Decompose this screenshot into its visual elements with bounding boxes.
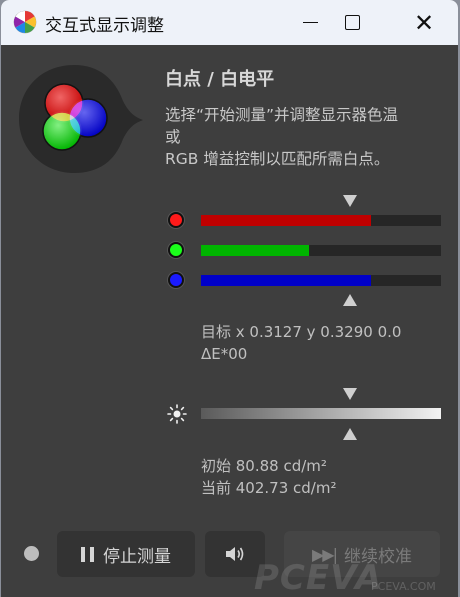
target-values: 目标 x 0.3127 y 0.3290 0.0: [201, 323, 402, 341]
initial-luminance: 初始 80.88 cd/m²: [201, 457, 327, 475]
color-wheel-icon: [13, 10, 37, 34]
section-heading: 白点 / 白电平: [165, 69, 275, 90]
green-gain-fill: [201, 245, 309, 256]
red-gain-fill: [201, 215, 372, 226]
close-icon: ✕: [413, 8, 435, 37]
window-title: 交互式显示调整: [45, 16, 164, 36]
pause-icon: [81, 546, 94, 562]
blue-channel-dot-icon: [168, 272, 184, 288]
minimize-button[interactable]: [287, 0, 333, 45]
blue-gain-bar: [201, 275, 441, 286]
brightness-sun-icon: [167, 404, 187, 424]
delta-e-label: ΔE*00: [201, 345, 248, 363]
watermark-logo: PCEVA: [254, 558, 383, 597]
description-line: 或: [165, 128, 181, 146]
close-button[interactable]: ✕: [401, 0, 447, 45]
luminance-target-bottom-marker-icon: [343, 428, 357, 440]
description-line: 选择“开始测量”并调整显示器色温: [165, 106, 399, 124]
description-line: RGB 增益控制以匹配所需白点。: [165, 150, 390, 168]
rgb-target-bottom-marker-icon: [343, 294, 357, 306]
red-gain-bar: [201, 215, 441, 226]
minimize-icon: [302, 21, 318, 24]
green-gain-bar: [201, 245, 441, 256]
speaker-icon: [226, 547, 244, 561]
section-description: 选择“开始测量”并调整显示器色温 或 RGB 增益控制以匹配所需白点。: [165, 104, 450, 170]
stop-measurement-button[interactable]: 停止测量: [57, 531, 195, 577]
rgb-target-top-marker-icon: [343, 195, 357, 207]
green-channel-dot-icon: [168, 242, 184, 258]
measurement-status-indicator: [24, 546, 39, 561]
target-readout: 目标 x 0.3127 y 0.3290 0.0 ΔE*00: [201, 321, 401, 365]
red-channel-dot-icon: [168, 212, 184, 228]
maximize-icon: [344, 15, 360, 30]
title-bar: 交互式显示调整 ✕: [1, 0, 458, 45]
luminance-bar: [201, 408, 441, 419]
luminance-target-top-marker-icon: [343, 388, 357, 400]
rgb-sensor-logo-icon: [19, 65, 143, 173]
stop-measurement-label: 停止测量: [103, 546, 171, 567]
luminance-readout: 初始 80.88 cd/m² 当前 402.73 cd/m²: [201, 455, 336, 499]
blue-gain-fill: [201, 275, 372, 286]
current-luminance: 当前 402.73 cd/m²: [201, 479, 337, 497]
adjust-window: 交互式显示调整 ✕ 白点 / 白电平 选择“开始测量”并调整显示器色温 或 RG…: [1, 0, 458, 597]
watermark-url: PCEVA.COM: [371, 580, 436, 593]
maximize-button[interactable]: [329, 0, 375, 45]
